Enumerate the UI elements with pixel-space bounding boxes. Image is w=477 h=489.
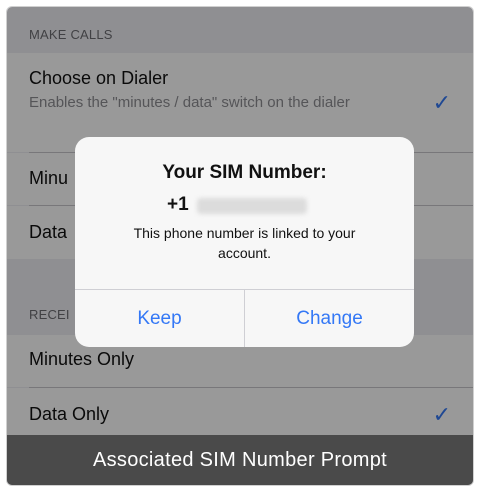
change-button[interactable]: Change [245, 290, 414, 347]
alert-title: Your SIM Number: [162, 162, 327, 183]
caption-text: Associated SIM Number Prompt [92, 449, 388, 471]
alert-message: This phone number is linked to your acco… [133, 225, 356, 261]
sim-number-alert: Your SIM Number: +1 This phone number is… [75, 137, 414, 347]
caption-bar: Associated SIM Number Prompt [7, 435, 473, 485]
phone-country-code: +1 [167, 194, 189, 215]
keep-button[interactable]: Keep [75, 290, 244, 347]
phone-screen: MAKE CALLS Choose on Dialer Enables the … [6, 6, 474, 486]
redacted-phone-number [197, 198, 307, 214]
